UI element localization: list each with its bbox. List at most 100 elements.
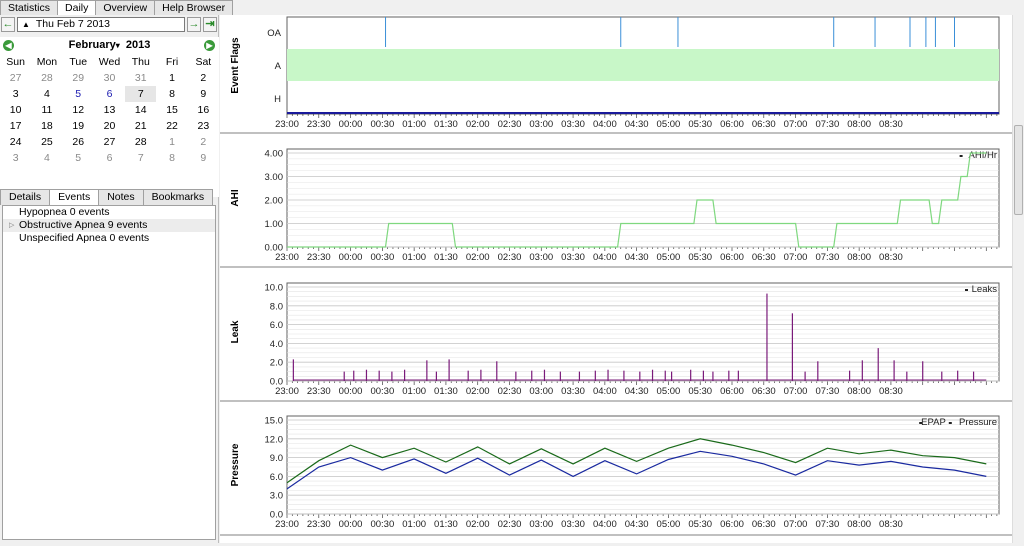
tab-statistics[interactable]: Statistics xyxy=(0,0,59,15)
calendar-day[interactable]: 21 xyxy=(125,118,156,134)
x-tick-label: 01:00 xyxy=(402,252,426,263)
charts-svg: Event Flags 23:00 23:30 00:00 00:30 01:00 01:3… xyxy=(220,16,1012,536)
next-month-button[interactable]: ▶ xyxy=(204,40,215,51)
date-picker-icon: ▲ xyxy=(22,20,30,29)
y-tick-label: 1.00 xyxy=(265,219,284,230)
x-tick-label: 02:30 xyxy=(498,252,522,263)
calendar-day[interactable]: 16 xyxy=(188,102,219,118)
calendar-day[interactable]: 13 xyxy=(94,102,125,118)
y-tick-label: H xyxy=(274,94,281,105)
tab-details[interactable]: Details xyxy=(0,189,51,205)
calendar-day[interactable]: 19 xyxy=(63,118,94,134)
calendar-year[interactable]: 2013 xyxy=(126,39,150,51)
tab-bookmarks[interactable]: Bookmarks xyxy=(142,189,214,205)
calendar-day[interactable]: 23 xyxy=(188,118,219,134)
calendar-day[interactable]: 5 xyxy=(63,86,94,102)
calendar-day[interactable]: 6 xyxy=(94,150,125,166)
x-tick-label: 07:30 xyxy=(815,386,839,397)
calendar-day[interactable]: 1 xyxy=(156,134,187,150)
calendar-day[interactable]: 22 xyxy=(156,118,187,134)
calendar-day[interactable]: 7 xyxy=(125,86,157,102)
tab-daily[interactable]: Daily xyxy=(57,0,97,16)
calendar-day[interactable]: 6 xyxy=(94,86,125,102)
calendar-day[interactable]: 25 xyxy=(31,134,62,150)
chevron-right-icon: ▶ xyxy=(206,41,213,50)
calendar-day[interactable]: 5 xyxy=(63,150,94,166)
calendar-day[interactable]: 15 xyxy=(156,102,187,118)
calendar-day[interactable]: 11 xyxy=(31,102,62,118)
calendar-header: ◀ February▾ 2013 ▶ xyxy=(0,37,219,54)
x-tick-label: 04:30 xyxy=(625,386,649,397)
next-day-button[interactable]: → xyxy=(187,17,201,32)
calendar-day[interactable]: 2 xyxy=(188,134,219,150)
calendar-day[interactable]: 8 xyxy=(156,86,187,102)
x-tick-label: 02:30 xyxy=(498,386,522,397)
x-tick-label: 23:00 xyxy=(275,119,299,130)
x-tick-label: 08:30 xyxy=(879,252,903,263)
x-tick-label: 03:00 xyxy=(529,519,553,530)
calendar-day[interactable]: 30 xyxy=(94,70,125,86)
x-tick-label: 01:30 xyxy=(434,252,458,263)
calendar-weekday: Fri xyxy=(165,56,179,68)
tab-notes[interactable]: Notes xyxy=(98,189,144,205)
y-tick-label: 9.0 xyxy=(270,453,283,464)
calendar-weekday: Mon xyxy=(36,56,58,68)
last-day-button[interactable]: ⇥ xyxy=(203,17,217,32)
calendar-day[interactable]: 31 xyxy=(125,70,156,86)
tab-events[interactable]: Events xyxy=(49,189,100,205)
tab-overview[interactable]: Overview xyxy=(95,0,156,15)
y-tick-label: A xyxy=(275,61,282,72)
x-tick-label: 00:30 xyxy=(370,119,394,130)
calendar-day[interactable]: 3 xyxy=(0,86,31,102)
prev-day-button[interactable]: ← xyxy=(1,17,15,32)
calendar-day[interactable]: 7 xyxy=(125,150,156,166)
calendar-day[interactable]: 4 xyxy=(31,150,62,166)
calendar-day[interactable]: 8 xyxy=(156,150,187,166)
calendar-day[interactable]: 20 xyxy=(94,118,125,134)
calendar-day[interactable]: 18 xyxy=(31,118,62,134)
list-item[interactable]: Hypopnea 0 events xyxy=(3,206,215,219)
calendar-month[interactable]: February xyxy=(69,39,116,51)
x-tick-label: 23:30 xyxy=(307,519,331,530)
calendar-day[interactable]: 2 xyxy=(188,70,219,86)
calendar-day[interactable]: 26 xyxy=(63,134,94,150)
y-tick-label: OA xyxy=(267,28,281,39)
y-tick-label: 4.00 xyxy=(265,149,284,160)
calendar-day[interactable]: 27 xyxy=(0,70,31,86)
prev-month-button[interactable]: ◀ xyxy=(3,40,14,51)
calendar-day[interactable]: 24 xyxy=(0,134,31,150)
x-tick-label: 08:30 xyxy=(879,386,903,397)
list-item-label: Obstructive Apnea 9 events xyxy=(19,219,148,231)
arrow-last-icon: ⇥ xyxy=(205,18,215,30)
calendar-day[interactable]: 28 xyxy=(31,70,62,86)
x-tick-label: 05:30 xyxy=(688,386,712,397)
expand-triangle-icon[interactable]: ▷ xyxy=(9,219,14,232)
calendar-day[interactable]: 3 xyxy=(0,150,31,166)
calendar-day[interactable]: 28 xyxy=(125,134,156,150)
x-tick-label: 04:30 xyxy=(625,119,649,130)
calendar-day[interactable]: 4 xyxy=(31,86,62,102)
calendar-day[interactable]: 10 xyxy=(0,102,31,118)
calendar-day[interactable]: 1 xyxy=(156,70,187,86)
vertical-scrollbar[interactable] xyxy=(1012,15,1024,543)
plot-frame xyxy=(286,282,1000,382)
calendar-day[interactable]: 14 xyxy=(125,102,156,118)
calendar-weekday: Sat xyxy=(195,56,212,68)
legend-swatch xyxy=(965,289,968,291)
calendar-day[interactable]: 29 xyxy=(63,70,94,86)
x-tick-label: 23:30 xyxy=(307,252,331,263)
tab-help-browser[interactable]: Help Browser xyxy=(154,0,234,15)
list-item[interactable]: ▷ Obstructive Apnea 9 events xyxy=(3,219,215,232)
list-item[interactable]: Unspecified Apnea 0 events xyxy=(3,232,215,245)
calendar-day[interactable]: 12 xyxy=(63,102,94,118)
scrollbar-thumb[interactable] xyxy=(1014,125,1023,215)
calendar-day[interactable]: 17 xyxy=(0,118,31,134)
legend-label: Pressure xyxy=(959,417,997,428)
calendar-day[interactable]: 27 xyxy=(94,134,125,150)
calendar-day[interactable]: 9 xyxy=(188,150,219,166)
date-field[interactable]: ▲ Thu Feb 7 2013 xyxy=(17,17,185,32)
x-tick-label: 06:30 xyxy=(752,519,776,530)
calendar-day[interactable]: 9 xyxy=(188,86,219,102)
calendar-week-row: 10 11 12 13 14 15 16 xyxy=(0,102,219,118)
y-tick-label: 3.00 xyxy=(265,172,284,183)
